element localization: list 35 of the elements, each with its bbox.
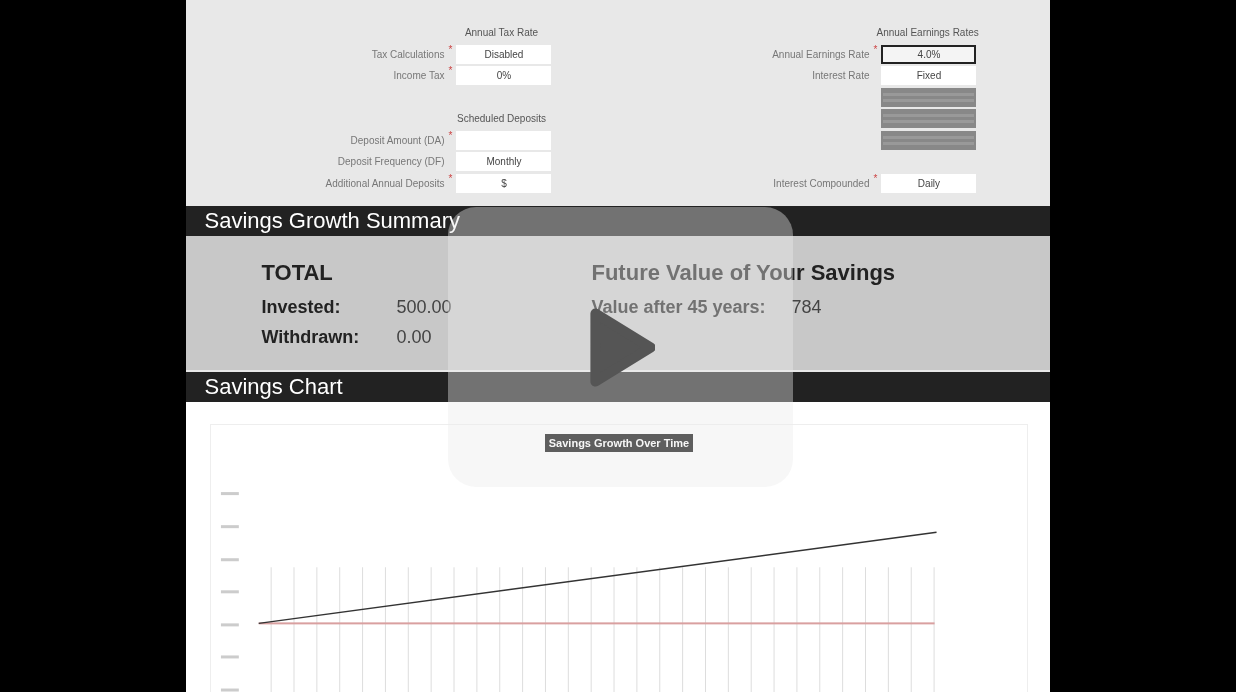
summary-value: 0.00 (396, 326, 432, 348)
field-label: Income Tax (392, 70, 445, 82)
required-mark: * (448, 129, 453, 141)
summary-heading: TOTAL (261, 260, 334, 287)
section-header-bar: Savings Growth Summary (186, 206, 1050, 237)
section-header-bar: Savings Chart (186, 372, 1050, 403)
input-field[interactable]: Fixed (881, 66, 977, 86)
field-label: Deposit Amount (DA) (349, 134, 445, 146)
field-label: Tax Calculations (370, 48, 445, 60)
required-mark: * (448, 43, 453, 55)
input-field[interactable]: 4.0% (881, 44, 977, 64)
required-mark: * (448, 65, 453, 76)
chart-title: Savings Growth Over Time (544, 434, 694, 453)
required-mark: * (873, 43, 878, 55)
summary-label: Invested: (261, 296, 342, 318)
input-field[interactable]: $ (456, 173, 552, 193)
field-label: Interest Compounded (772, 177, 870, 189)
input-field[interactable]: Monthly (456, 152, 552, 172)
section-heading: Annual Earnings Rates (876, 27, 977, 39)
section-heading: Scheduled Deposits (456, 113, 547, 125)
field-label: Deposit Frequency (DF) (336, 156, 445, 168)
field-label: Additional Annual Deposits (324, 177, 445, 189)
summary-label: Withdrawn: (261, 326, 361, 348)
input-field[interactable]: Daily (881, 173, 977, 193)
field-label: Annual Earnings Rate (771, 48, 870, 60)
field-label: Interest Rate (811, 70, 870, 82)
summary-heading: Future Value of Your Savings (591, 260, 897, 287)
required-mark: * (448, 172, 453, 184)
required-mark: * (873, 172, 878, 184)
input-field[interactable]: Disabled (456, 44, 552, 64)
summary-value: 500.00 (396, 296, 452, 318)
section-heading: Annual Tax Rate (463, 27, 540, 39)
summary-value: 784 (791, 296, 822, 318)
summary-label: Value after 45 years: (591, 296, 767, 318)
input-field[interactable]: 0% (456, 66, 552, 86)
